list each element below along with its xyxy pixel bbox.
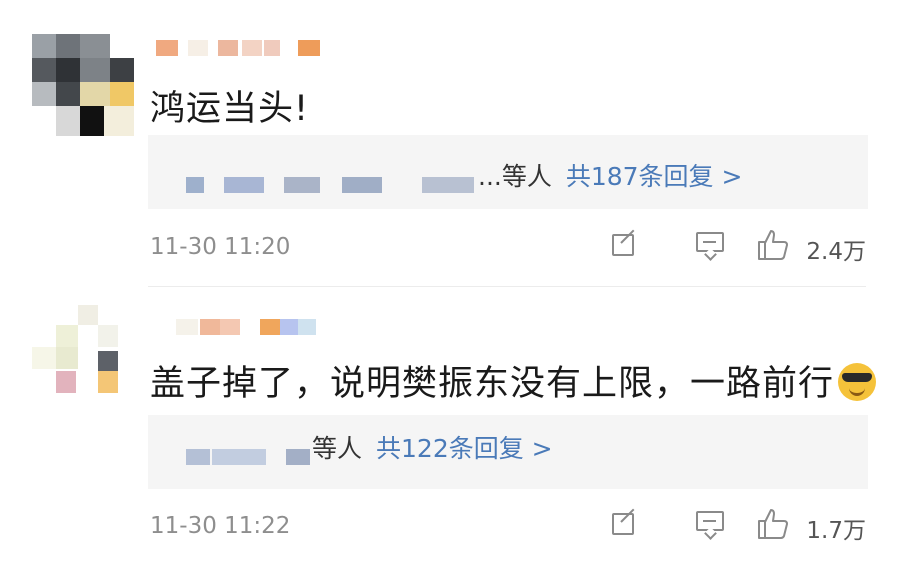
share-icon[interactable]	[612, 229, 640, 258]
reply-text: 等人 共122条回复 >	[312, 429, 553, 465]
reply-who: 等人	[312, 434, 363, 463]
reply-count-link[interactable]: 共187条回复 >	[566, 162, 743, 191]
comment-text: 鸿运当头!	[150, 89, 310, 129]
reply-summary[interactable]: ...等人 共187条回复 >	[148, 135, 868, 209]
timestamp: 11-30 11:22	[150, 513, 291, 539]
comment-text-content: 盖子掉了，说明樊振东没有上限，一路前行	[150, 364, 835, 404]
like-count: 1.7万	[806, 518, 866, 544]
share-icon[interactable]	[612, 508, 640, 537]
like-icon[interactable]	[756, 507, 790, 541]
timestamp: 11-30 11:20	[150, 234, 291, 260]
reply-text: ...等人 共187条回复 >	[478, 157, 742, 193]
comment-icon[interactable]	[696, 511, 724, 540]
comment-text: 盖子掉了，说明樊振东没有上限，一路前行	[150, 355, 877, 406]
comment-item: 鸿运当头! ...等人 共187条回复 > 11-30 11:20 2.4万	[0, 0, 900, 287]
reply-summary[interactable]: 等人 共122条回复 >	[148, 415, 868, 489]
avatar[interactable]	[32, 34, 134, 136]
like-icon[interactable]	[756, 228, 790, 262]
comment-icon[interactable]	[696, 232, 724, 261]
sunglasses-emoji	[838, 363, 877, 401]
reply-count-link[interactable]: 共122条回复 >	[376, 434, 553, 463]
reply-who: ...等人	[478, 162, 552, 191]
comment-item: 盖子掉了，说明樊振东没有上限，一路前行 等人 共122条回复 > 11-30 11…	[0, 287, 900, 574]
like-count: 2.4万	[806, 239, 866, 265]
avatar[interactable]	[32, 305, 134, 407]
